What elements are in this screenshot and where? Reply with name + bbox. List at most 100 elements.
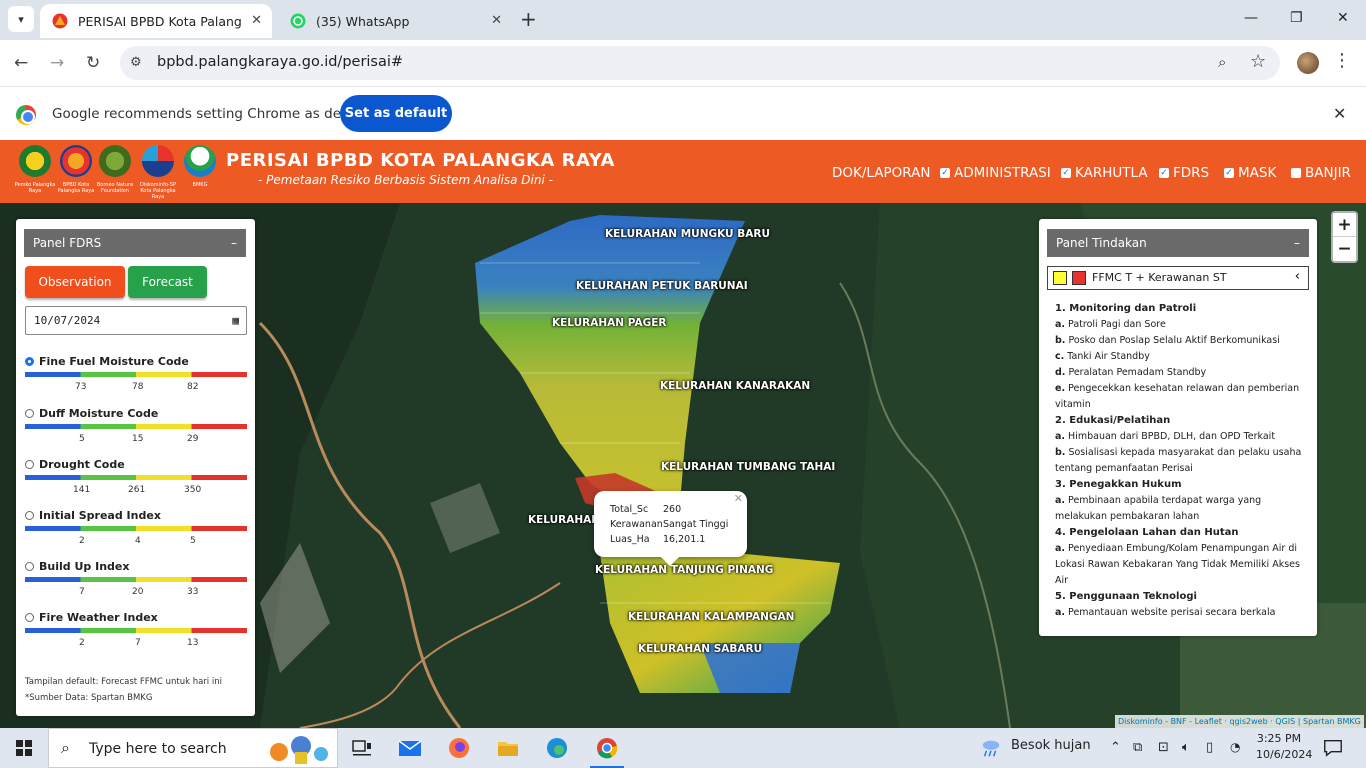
panel-fdrs-header[interactable]: Panel FDRS – (24, 229, 246, 257)
menu-fdrs[interactable]: ✓ FDRS (1159, 165, 1209, 181)
close-popup-icon[interactable]: ✕ (734, 492, 743, 505)
new-tab-icon[interactable]: + (520, 9, 537, 29)
checkbox-checked-icon[interactable]: ✓ (1061, 168, 1071, 178)
index-bui[interactable]: Build Up Index 7 20 33 (25, 560, 247, 597)
radio-unselected-icon[interactable] (25, 613, 34, 622)
category-selector[interactable]: FFMC T + Kerawanan ST ‹ (1047, 266, 1309, 290)
menu-dok-laporan[interactable]: DOK/LAPORAN (832, 165, 930, 181)
reload-icon[interactable]: ↻ (86, 53, 100, 73)
windows-start-icon[interactable] (16, 740, 32, 756)
date-input[interactable]: 10/07/2024 ▦ (25, 306, 247, 335)
index-dmc[interactable]: Duff Moisture Code 5 15 29 (25, 407, 247, 444)
chrome-logo-icon (16, 105, 36, 125)
index-isi[interactable]: Initial Spread Index 2 4 5 (25, 509, 247, 546)
checkbox-checked-icon[interactable]: ✓ (1159, 168, 1169, 178)
checkbox-checked-icon[interactable]: ✓ (1224, 168, 1234, 178)
chevron-left-icon[interactable]: ‹ (1295, 269, 1300, 284)
whatsapp-icon (290, 13, 306, 29)
radio-unselected-icon[interactable] (25, 460, 34, 469)
minimize-window-icon[interactable]: — (1244, 10, 1258, 26)
site-info-icon[interactable]: ⚙ (130, 55, 142, 70)
forecast-button[interactable]: Forecast (128, 266, 207, 298)
index-label: Drought Code (25, 458, 247, 471)
forward-arrow-icon[interactable]: → (50, 53, 64, 73)
tab-whatsapp[interactable]: (35) WhatsApp ✕ (278, 4, 512, 38)
weather-text[interactable]: Besok hujan (1011, 738, 1091, 753)
close-tab-icon[interactable]: ✕ (491, 13, 502, 28)
observation-button[interactable]: Observation (25, 266, 125, 298)
index-tick: 33 (187, 587, 199, 597)
map-attribution[interactable]: Diskominfo - BNF - Leaflet · qgis2web · … (1115, 715, 1364, 728)
radio-unselected-icon[interactable] (25, 511, 34, 520)
index-ffmc[interactable]: Fine Fuel Moisture Code 73 78 82 (25, 355, 247, 392)
index-color-bar (25, 628, 247, 633)
network-adapter-icon[interactable]: ⧉ (1133, 740, 1142, 755)
calendar-icon[interactable]: ▦ (232, 307, 239, 334)
menu-karhutla[interactable]: ✓ KARHUTLA (1061, 165, 1148, 181)
set-default-button[interactable]: Set as default (340, 95, 452, 132)
kelurahan-label: KELURAHAN MUNGKU BARU (605, 228, 770, 240)
battery-icon[interactable]: ▯ (1206, 740, 1213, 755)
date-value: 10/07/2024 (34, 314, 101, 327)
kelurahan-label: KELURAHAN TANJUNG PINANG (595, 564, 774, 576)
kelurahan-label: KELURAHAN TUMBANG TAHAI (661, 461, 836, 473)
radio-unselected-icon[interactable] (25, 562, 34, 571)
wifi-icon[interactable]: ◔ (1230, 740, 1240, 754)
pemko-logo-icon (19, 145, 51, 177)
close-tab-icon[interactable]: ✕ (251, 13, 262, 28)
notification-icon[interactable] (1322, 737, 1344, 759)
index-fwi[interactable]: Fire Weather Index 2 7 13 (25, 611, 247, 648)
panel-tindakan-header[interactable]: Panel Tindakan – (1047, 229, 1309, 257)
action-heading: 5. Penggunaan Teknologi (1055, 591, 1197, 602)
zoom-in-button[interactable]: + (1333, 213, 1356, 237)
zoom-icon[interactable]: ⌕ (1218, 53, 1226, 71)
minimize-panel-icon[interactable]: – (1294, 229, 1300, 257)
kelurahan-label: KELURAHAN KANARAKAN (660, 380, 811, 392)
close-window-icon[interactable]: ✕ (1337, 10, 1349, 26)
restore-window-icon[interactable]: ❐ (1290, 10, 1303, 26)
firefox-icon[interactable] (447, 736, 471, 760)
kebab-menu-icon[interactable]: ⋮ (1333, 50, 1351, 71)
action-item-text: Penyediaan Embung/Kolam Penampungan Air … (1055, 543, 1300, 586)
action-item-text: Peralatan Pemadam Standby (1065, 367, 1207, 378)
index-color-bar (25, 475, 247, 480)
close-infobar-icon[interactable]: ✕ (1333, 104, 1346, 123)
rain-weather-icon[interactable] (980, 737, 1002, 759)
radio-unselected-icon[interactable] (25, 409, 34, 418)
menu-banjir[interactable]: BANJIR (1291, 165, 1351, 181)
task-view-icon[interactable] (350, 736, 374, 760)
zoom-out-button[interactable]: − (1333, 237, 1356, 261)
menu-administrasi[interactable]: ✓ ADMINISTRASI (940, 165, 1051, 181)
action-item-text: Pembinaan apabila terdapat warga yang me… (1055, 495, 1262, 522)
chevron-up-icon[interactable]: ⌃ (1110, 740, 1121, 755)
bookmark-star-icon[interactable]: ☆ (1250, 51, 1266, 72)
index-label: Initial Spread Index (25, 509, 247, 522)
taskbar-search-box[interactable]: ⌕ Type here to search (48, 728, 338, 768)
panel-fdrs: Panel FDRS – Observation Forecast 10/07/… (16, 219, 255, 716)
radio-selected-icon[interactable] (25, 357, 34, 366)
tablet-icon[interactable]: ⊡ (1158, 740, 1169, 755)
omnibox[interactable]: ⚙ bpbd.palangkaraya.go.id/perisai# ⌕ ☆ (120, 46, 1280, 80)
action-heading: 2. Edukasi/Pelatihan (1055, 415, 1171, 426)
map-view[interactable]: KELURAHAN MUNGKU BARU KELURAHAN PETUK BA… (0, 203, 1366, 728)
tab-perisai[interactable]: PERISAI BPBD Kota Palangka Ra ✕ (40, 4, 272, 38)
back-arrow-icon[interactable]: ← (14, 53, 28, 73)
action-item-letter: a. (1055, 431, 1066, 442)
volume-icon[interactable]: 🔈︎ (1182, 740, 1190, 755)
mail-icon[interactable] (398, 736, 422, 760)
tab-search-button[interactable]: ▾ (8, 6, 34, 32)
checkbox-checked-icon[interactable]: ✓ (940, 168, 950, 178)
file-explorer-icon[interactable] (496, 736, 520, 760)
index-color-bar (25, 424, 247, 429)
taskbar-clock[interactable]: 3:25 PM 10/6/2024 (1256, 731, 1312, 763)
edge-icon[interactable] (545, 736, 569, 760)
profile-avatar[interactable] (1297, 52, 1319, 74)
chrome-icon[interactable] (595, 736, 619, 760)
menu-mask[interactable]: ✓ MASK (1224, 165, 1276, 181)
checkbox-unchecked-icon[interactable] (1291, 168, 1301, 178)
kelurahan-label: KELURAHAN PETUK BARUNAI (576, 280, 748, 292)
minimize-panel-icon[interactable]: – (231, 229, 237, 257)
action-list: 1. Monitoring dan Patroli a. Patroli Pagi… (1055, 301, 1307, 621)
index-dc[interactable]: Drought Code 141 261 350 (25, 458, 247, 495)
url-text[interactable]: bpbd.palangkaraya.go.id/perisai# (157, 54, 403, 70)
